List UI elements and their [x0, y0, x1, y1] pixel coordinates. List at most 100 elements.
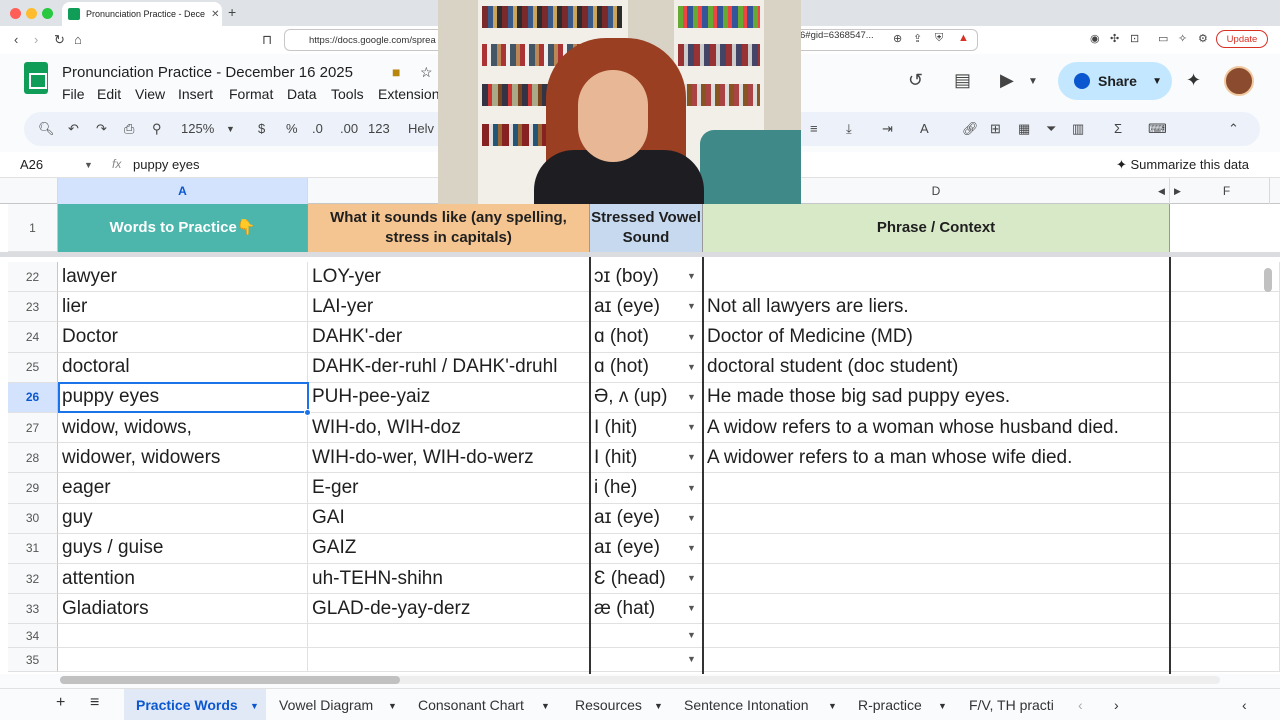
cell-empty[interactable]	[1170, 473, 1280, 504]
cell-word[interactable]	[58, 648, 308, 673]
cell-word[interactable]: lawyer	[58, 262, 308, 293]
cell-word[interactable]: Gladiators	[58, 594, 308, 625]
row-header-33[interactable]: 33	[8, 594, 58, 625]
cell-word[interactable]: widower, widowers	[58, 443, 308, 474]
sheet-tab-fv-th-practice[interactable]: F/V, TH practi	[969, 697, 1063, 713]
spreadsheet-grid[interactable]: 1 Words to Practice👇 What it sounds like…	[0, 204, 1280, 674]
dropdown-chevron-icon[interactable]: ▼	[687, 603, 696, 613]
cell-sound[interactable]	[308, 624, 590, 649]
scroll-right-col-icon[interactable]: ▶	[1174, 186, 1181, 197]
cell-phrase[interactable]: He made those big sad puppy eyes.	[703, 382, 1170, 413]
sheet-tab-caret-icon[interactable]: ▼	[250, 701, 259, 711]
name-box-caret-icon[interactable]: ▼	[84, 160, 93, 170]
close-tab-icon[interactable]: ✕	[211, 9, 219, 20]
cell-empty[interactable]	[1170, 503, 1280, 534]
cell-sound[interactable]: LOY-yer	[308, 262, 590, 293]
comment-icon[interactable]: ▤	[954, 70, 971, 91]
cell-phrase[interactable]	[703, 624, 1170, 649]
cell-empty[interactable]	[1170, 594, 1280, 625]
name-box[interactable]: A26	[20, 157, 43, 172]
column-header-f[interactable]: F	[1184, 178, 1270, 204]
menu-extensions[interactable]: Extension	[378, 86, 439, 102]
collapse-toolbar-icon[interactable]: ⌃	[1228, 121, 1239, 137]
header-words-to-practice[interactable]: Words to Practice👇	[58, 204, 308, 252]
cell-phrase[interactable]	[703, 648, 1170, 673]
dropdown-chevron-icon[interactable]: ▼	[687, 573, 696, 583]
dropdown-chevron-icon[interactable]: ▼	[687, 422, 696, 432]
sheet-tab-caret-icon[interactable]: ▼	[388, 701, 397, 711]
menu-view[interactable]: View	[135, 86, 165, 102]
filter-icon[interactable]: ⏷	[1046, 121, 1056, 137]
share-page-icon[interactable]: ⇪	[913, 32, 922, 45]
home-icon[interactable]: ⌂	[74, 32, 82, 47]
sheet-tab-consonant-chart[interactable]: Consonant Chart	[418, 697, 524, 713]
formula-input[interactable]: puppy eyes	[133, 157, 200, 172]
row-header-24[interactable]: 24	[8, 322, 58, 353]
horizontal-scrollbar-thumb[interactable]	[60, 676, 400, 684]
row-header-22[interactable]: 22	[8, 262, 58, 293]
row-header-23[interactable]: 23	[8, 292, 58, 323]
cell-sound[interactable]: GLAD-de-yay-derz	[308, 594, 590, 625]
cell-word[interactable]: widow, widows,	[58, 413, 308, 444]
frozen-row-divider[interactable]	[0, 252, 1280, 257]
dropdown-chevron-icon[interactable]: ▼	[687, 332, 696, 342]
cell-phrase[interactable]: Doctor of Medicine (MD)	[703, 322, 1170, 353]
forward-icon[interactable]: ›	[34, 32, 38, 47]
sheet-tab-practice-words[interactable]: Practice Words	[136, 697, 238, 713]
cell-word[interactable]: puppy eyes	[58, 382, 308, 413]
currency-format-button[interactable]: $	[258, 121, 265, 136]
search-menus-icon[interactable]: 🔍︎	[38, 121, 55, 137]
dropdown-chevron-icon[interactable]: ▼	[687, 271, 696, 281]
text-rotation-icon[interactable]: A	[920, 121, 929, 136]
document-title[interactable]: Pronunciation Practice - December 16 202…	[62, 64, 353, 81]
header-stressed-vowel[interactable]: Stressed Vowel Sound	[590, 204, 703, 252]
zoom-select[interactable]: 125%	[181, 121, 214, 136]
cell-sound[interactable]: E-ger	[308, 473, 590, 504]
header-empty-f[interactable]	[1170, 204, 1280, 252]
row-header-26[interactable]: 26	[8, 382, 58, 413]
dropdown-chevron-icon[interactable]: ▼	[687, 630, 696, 640]
row-header-30[interactable]: 30	[8, 503, 58, 534]
download-icon[interactable]: ⊡	[1130, 32, 1139, 45]
sheet-tab-r-practice[interactable]: R-practice	[858, 697, 922, 713]
menu-format[interactable]: Format	[229, 86, 273, 102]
menu-insert[interactable]: Insert	[178, 86, 213, 102]
history-icon[interactable]: ↺	[908, 70, 923, 91]
zoom-caret-icon[interactable]: ▼	[226, 124, 235, 134]
cell-sound[interactable]: WIH-do-wer, WIH-do-werz	[308, 443, 590, 474]
dropdown-chevron-icon[interactable]: ▼	[687, 483, 696, 493]
update-button[interactable]: Update	[1216, 30, 1268, 48]
menu-tools[interactable]: Tools	[331, 86, 364, 102]
meet-icon[interactable]: ▶	[1000, 70, 1014, 91]
share-button[interactable]: Share ▼	[1058, 62, 1172, 100]
cell-sound[interactable]: LAI-yer	[308, 292, 590, 323]
scroll-tabs-left-icon[interactable]: ‹	[1078, 697, 1083, 713]
sidebar-icon[interactable]: ▭	[1158, 32, 1168, 45]
gemini-icon[interactable]: ✦	[1186, 70, 1201, 91]
functions-icon[interactable]: Σ	[1114, 121, 1122, 136]
cell-sound[interactable]: GAIZ	[308, 533, 590, 564]
sparkle-icon[interactable]: ✧	[1178, 32, 1187, 45]
valign-icon[interactable]: ⤓	[846, 121, 852, 137]
dropdown-chevron-icon[interactable]: ▼	[687, 654, 696, 664]
filter-views-icon[interactable]: ▥	[1072, 121, 1084, 137]
print-icon[interactable]: ⎙	[124, 121, 134, 137]
cell-empty[interactable]	[1170, 443, 1280, 474]
fill-handle[interactable]	[304, 409, 311, 416]
increase-decimal-button[interactable]: .00	[340, 121, 358, 136]
sheet-tab-caret-icon[interactable]: ▼	[938, 701, 947, 711]
keyboard-icon[interactable]: ⌨	[1148, 121, 1167, 137]
cell-empty[interactable]	[1170, 352, 1280, 383]
warning-icon[interactable]: ▲	[958, 32, 969, 44]
sheet-tab-vowel-diagram[interactable]: Vowel Diagram	[279, 697, 373, 713]
percent-format-button[interactable]: %	[286, 121, 298, 136]
cell-sound[interactable]	[308, 648, 590, 673]
dropdown-chevron-icon[interactable]: ▼	[687, 392, 696, 402]
sheets-logo-icon[interactable]	[24, 62, 48, 94]
cell-phrase[interactable]: doctoral student (doc student)	[703, 352, 1170, 383]
cell-sound[interactable]: DAHK'-der	[308, 322, 590, 353]
dropdown-chevron-icon[interactable]: ▼	[687, 543, 696, 553]
row-header-27[interactable]: 27	[8, 413, 58, 444]
scroll-left-col-icon[interactable]: ◀	[1158, 186, 1165, 197]
cell-phrase[interactable]: Not all lawyers are liers.	[703, 292, 1170, 323]
